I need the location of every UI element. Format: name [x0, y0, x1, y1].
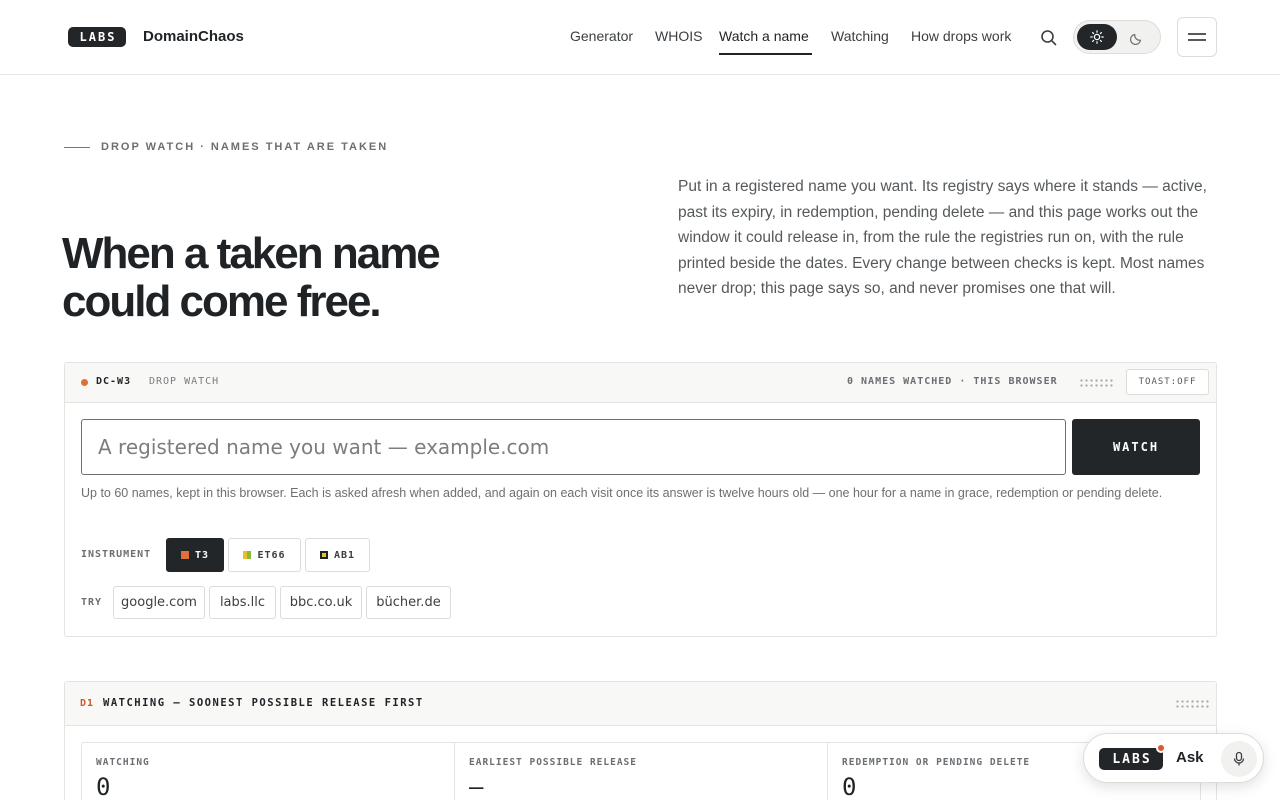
try-example-bbc[interactable]: bbc.co.uk — [280, 586, 362, 619]
instrument-chip-label: T3 — [194, 549, 210, 561]
nav-whois[interactable]: WHOIS — [655, 28, 702, 44]
watch-button[interactable]: WATCH — [1072, 419, 1200, 475]
sun-icon — [1090, 30, 1104, 44]
stat-value: 0 — [842, 773, 857, 800]
site-header: LABS DomainChaos Generator WHOIS Watch a… — [0, 0, 1280, 75]
domain-input[interactable] — [81, 419, 1066, 475]
notification-dot — [1156, 743, 1166, 753]
panel-code-label: DROP WATCH — [149, 376, 220, 387]
brand-name[interactable]: DomainChaos — [143, 28, 244, 45]
stat-value: — — [469, 773, 484, 800]
instrument-chip-label: ET66 — [257, 549, 286, 561]
instrument-chip-et66[interactable]: ET66 — [228, 538, 301, 572]
search-button[interactable] — [1038, 27, 1060, 49]
theme-toggle[interactable] — [1073, 20, 1161, 54]
labs-logo[interactable]: LABS — [68, 27, 126, 47]
nav-watching[interactable]: Watching — [831, 28, 889, 44]
status-dot — [81, 379, 88, 386]
hero-description: Put in a registered name you want. Its r… — [678, 178, 1207, 298]
theme-dark-option[interactable] — [1126, 27, 1148, 49]
menu-icon — [1188, 33, 1206, 41]
et66-swatch-icon — [243, 551, 252, 559]
watching-panel-code: D1 — [80, 698, 95, 709]
stat-watching: WATCHING 0 — [82, 743, 455, 800]
watching-panel-title: WATCHING — SOONEST POSSIBLE RELEASE FIRS… — [103, 697, 424, 709]
page-title: When a taken name could come free. — [62, 230, 582, 326]
instrument-chip-label: AB1 — [333, 549, 356, 561]
try-label: TRY — [81, 597, 103, 608]
search-icon — [1041, 30, 1057, 46]
instrument-chip-t3[interactable]: T3 — [166, 538, 224, 572]
help-text: Up to 60 names, kept in this browser. Ea… — [81, 486, 1163, 500]
page-title-line-1: When a taken name — [62, 229, 441, 278]
stat-label: WATCHING — [96, 757, 150, 768]
labs-logo-text: LABS — [79, 30, 117, 44]
theme-light-option[interactable] — [1077, 24, 1117, 50]
panel-code: DC-W3 — [96, 376, 132, 387]
eyebrow-rule — [64, 147, 90, 148]
watched-count: 0 NAMES WATCHED · THIS BROWSER — [847, 376, 1058, 387]
grip-handle-icon[interactable] — [1079, 378, 1113, 388]
try-example-labs[interactable]: labs.llc — [209, 586, 276, 619]
active-nav-underline — [719, 53, 812, 55]
page-title-line-2: could come free. — [62, 277, 382, 326]
try-example-buecher[interactable]: bücher.de — [366, 586, 451, 619]
menu-button[interactable] — [1177, 17, 1217, 57]
t3-swatch-icon — [180, 551, 189, 559]
moon-icon — [1130, 33, 1142, 45]
try-example-google[interactable]: google.com — [113, 586, 205, 619]
instrument-label: INSTRUMENT — [81, 549, 152, 560]
microphone-button[interactable] — [1221, 741, 1257, 777]
ask-widget[interactable]: LABS Ask — [1083, 733, 1264, 783]
ask-labs-logo: LABS — [1099, 748, 1163, 770]
nav-watch-a-name[interactable]: Watch a name — [719, 28, 809, 44]
watching-panel-header: D1 WATCHING — SOONEST POSSIBLE RELEASE F… — [65, 682, 1216, 726]
stat-label: REDEMPTION OR PENDING DELETE — [842, 757, 1031, 768]
eyebrow: DROP WATCH · NAMES THAT ARE TAKEN — [101, 141, 389, 153]
drop-watch-panel-header: DC-W3 DROP WATCH 0 NAMES WATCHED · THIS … — [65, 363, 1216, 403]
ab1-swatch-icon — [319, 551, 328, 559]
toast-toggle-button[interactable]: TOAST:OFF — [1126, 369, 1209, 395]
watching-stats: WATCHING 0 EARLIEST POSSIBLE RELEASE — R… — [81, 742, 1201, 800]
drop-watch-panel: DC-W3 DROP WATCH 0 NAMES WATCHED · THIS … — [64, 362, 1217, 637]
nav-how-drops-work[interactable]: How drops work — [911, 28, 1011, 44]
ask-logo-text: LABS — [1112, 751, 1152, 767]
grip-handle-icon[interactable] — [1175, 699, 1209, 709]
nav-generator[interactable]: Generator — [570, 28, 633, 44]
ask-label: Ask — [1176, 749, 1204, 766]
watching-panel: D1 WATCHING — SOONEST POSSIBLE RELEASE F… — [64, 681, 1217, 800]
stat-earliest-release: EARLIEST POSSIBLE RELEASE — — [455, 743, 828, 800]
stat-value: 0 — [96, 773, 111, 800]
instrument-chip-ab1[interactable]: AB1 — [305, 538, 370, 572]
microphone-icon — [1233, 751, 1245, 766]
stat-label: EARLIEST POSSIBLE RELEASE — [469, 757, 637, 768]
